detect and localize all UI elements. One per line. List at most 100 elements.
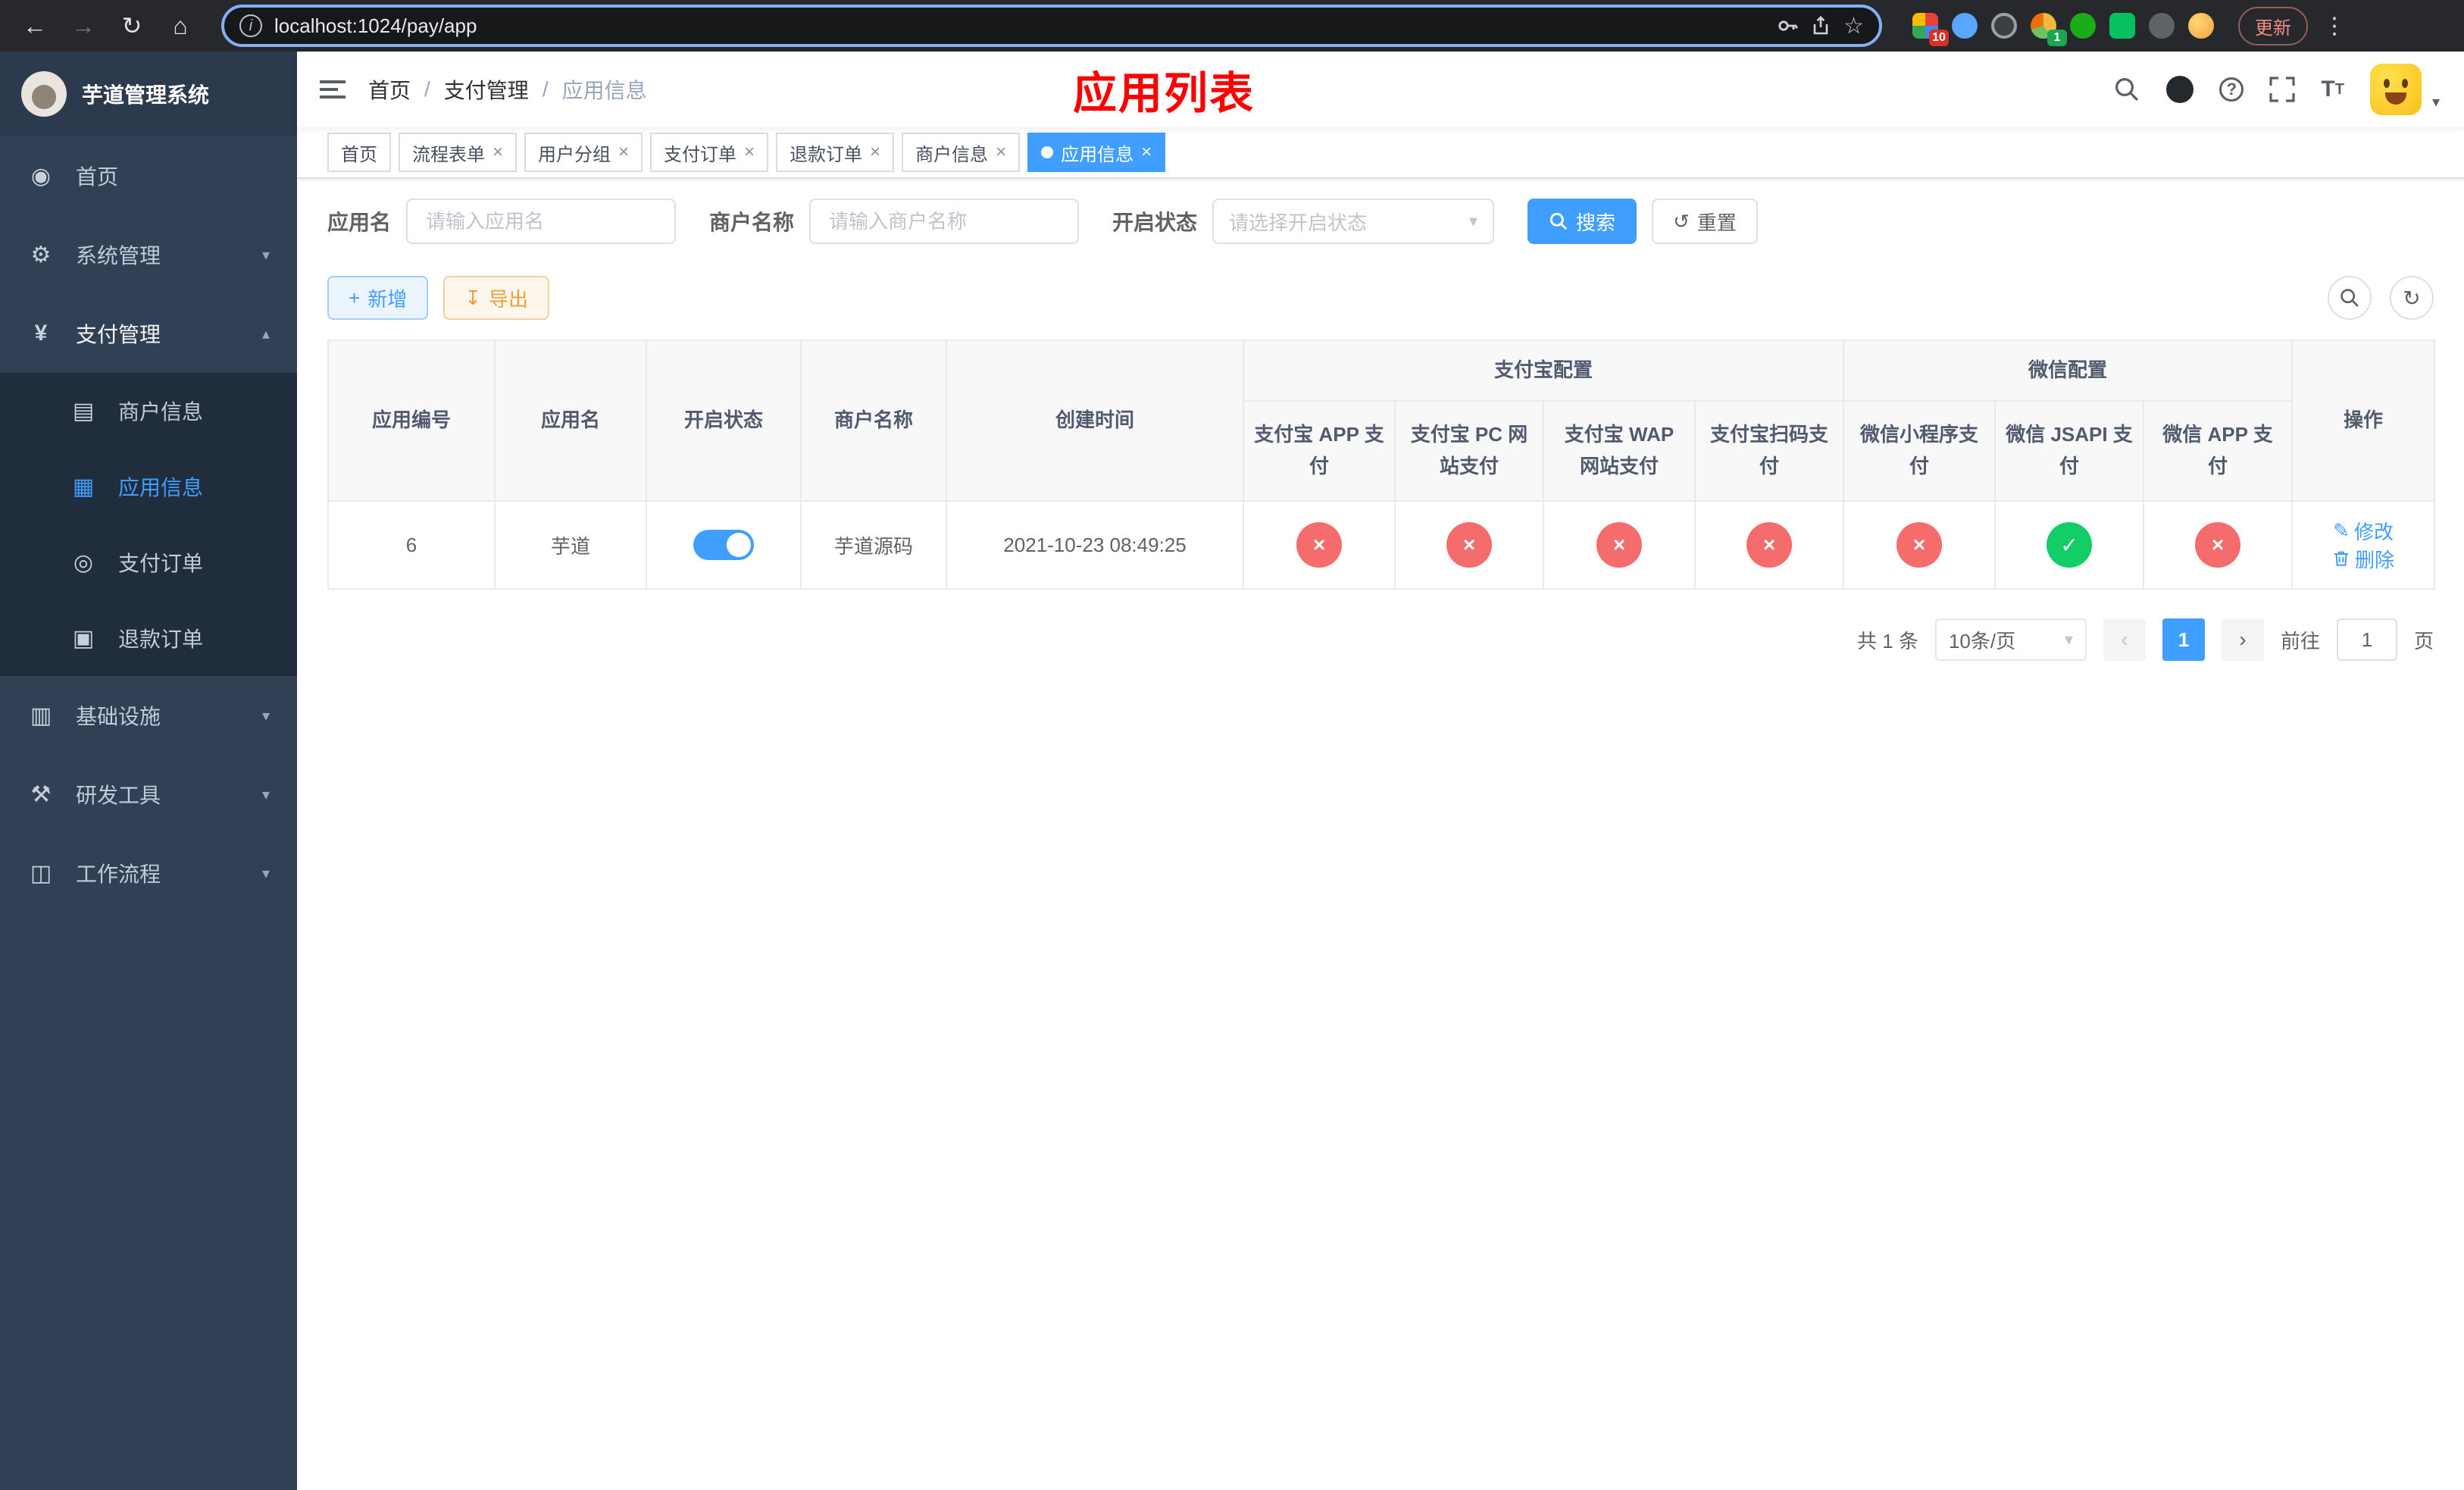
sidebar-item-app-info[interactable]: ▦ 应用信息 (0, 449, 297, 524)
bookmark-star-icon[interactable]: ☆ (1843, 13, 1864, 39)
wx-lite-status-icon: × (1896, 522, 1943, 568)
payment-submenu: ▤ 商户信息 ▦ 应用信息 ◎ 支付订单 ▣ 退款订单 (0, 373, 297, 676)
page-content: 应用名 商户名称 开启状态 请选择开启状态 ▾ (297, 179, 2464, 1490)
alipay-pc-status-icon: × (1446, 522, 1492, 568)
tags-view-bar: 首页 流程表单 × 用户分组 × 支付订单 × 退款订单 × 商户信息 × 应用… (297, 127, 2464, 179)
close-icon[interactable]: × (744, 143, 755, 161)
extension-icon[interactable]: 10 (1912, 13, 1949, 46)
next-page-button[interactable]: › (2221, 618, 2264, 661)
sidebar-item-label: 商户信息 (118, 400, 204, 424)
close-icon[interactable]: × (996, 143, 1006, 161)
cell-merchant: 芋道源码 (800, 500, 947, 590)
export-button[interactable]: ↧ 导出 (443, 276, 550, 320)
app-logo-row[interactable]: 芋道管理系统 (0, 52, 297, 136)
extension-icon[interactable] (1952, 13, 1978, 39)
extension-icon[interactable] (2149, 13, 2175, 39)
page-unit-label: 页 (2413, 629, 2434, 653)
goto-page-input[interactable] (2336, 618, 2397, 661)
chevron-down-icon: ▾ (261, 865, 270, 882)
sidebar-item-refund-orders[interactable]: ▣ 退款订单 (0, 600, 297, 676)
extension-icon[interactable] (1991, 13, 2017, 39)
tag-process-form[interactable]: 流程表单 × (399, 133, 518, 172)
sidebar-item-system[interactable]: ⚙ 系统管理 ▾ (0, 215, 297, 294)
sidebar-item-label: 退款订单 (118, 628, 204, 651)
sidebar-item-merchant-info[interactable]: ▤ 商户信息 (0, 373, 297, 449)
breadcrumb-payment[interactable]: 支付管理 (444, 74, 529, 105)
toggle-search-icon[interactable] (2328, 276, 2372, 320)
tag-label: 首页 (341, 144, 377, 165)
sidebar-item-home[interactable]: ◉ 首页 (0, 136, 297, 215)
sidebar-item-workflow[interactable]: ◫ 工作流程 ▾ (0, 834, 297, 912)
extension-icon[interactable] (2188, 13, 2214, 39)
page-1-button[interactable]: 1 (2162, 618, 2205, 661)
user-avatar[interactable] (2369, 64, 2422, 115)
fullscreen-icon[interactable] (2269, 77, 2296, 102)
extension-icon[interactable]: 1 (2031, 13, 2067, 46)
wx-jsapi-status-icon: ✓ (2047, 522, 2093, 568)
sidebar-item-label: 支付订单 (118, 552, 204, 575)
tag-merchant-info[interactable]: 商户信息 × (902, 133, 1021, 172)
breadcrumb-home[interactable]: 首页 (368, 74, 411, 105)
goto-label: 前往 (2280, 629, 2320, 653)
status-select-placeholder: 请选择开启状态 (1229, 211, 1368, 234)
tag-app-info[interactable]: 应用信息 × (1027, 133, 1166, 172)
chevron-down-icon: ▾ (261, 707, 270, 725)
tag-home[interactable]: 首页 (327, 133, 391, 172)
tag-refund-orders[interactable]: 退款订单 × (776, 133, 895, 172)
pagination: 共 1 条 10条/页 ▾ ‹ 1 › 前往 页 (327, 618, 2434, 661)
sidebar-item-payment[interactable]: ¥ 支付管理 ▴ (0, 294, 297, 373)
browser-menu-icon[interactable]: ⋮ (2317, 13, 2352, 39)
add-button[interactable]: + 新增 (327, 276, 429, 320)
status-select[interactable]: 请选择开启状态 ▾ (1212, 199, 1495, 244)
close-icon[interactable]: × (1141, 143, 1152, 161)
sidebar-item-label: 首页 (76, 165, 119, 189)
browser-back-icon[interactable]: ← (15, 6, 55, 45)
sidebar-toggle-icon[interactable] (297, 80, 368, 99)
edit-link[interactable]: ✎ 修改 (2333, 517, 2394, 545)
font-size-icon[interactable]: TT (2321, 77, 2344, 102)
help-icon[interactable]: ? (2219, 77, 2244, 102)
filter-bar: 应用名 商户名称 开启状态 请选择开启状态 ▾ (327, 199, 2434, 244)
table-row: 6 芋道 芋道源码 2021-10-23 08:49:25 × × × × × … (327, 500, 2436, 590)
page-size-select[interactable]: 10条/页 ▾ (1934, 618, 2087, 661)
share-icon[interactable] (1810, 15, 1831, 36)
col-status: 开启状态 (646, 340, 802, 502)
tag-pay-orders[interactable]: 支付订单 × (650, 133, 769, 172)
browser-forward-icon[interactable]: → (64, 6, 103, 45)
close-icon[interactable]: × (618, 143, 629, 161)
browser-reload-icon[interactable]: ↻ (112, 6, 152, 45)
alipay-wap-status-icon: × (1596, 522, 1642, 568)
browser-update-button[interactable]: 更新 (2238, 6, 2308, 45)
github-icon[interactable] (2166, 76, 2194, 103)
col-alipay-wap: 支付宝 WAP 网站支付 (1543, 400, 1696, 502)
merchant-name-input[interactable] (809, 199, 1080, 244)
tag-user-group[interactable]: 用户分组 × (524, 133, 643, 172)
close-icon[interactable]: × (492, 143, 503, 161)
status-toggle[interactable] (693, 530, 754, 560)
col-wx-app: 微信 APP 支付 (2143, 400, 2294, 502)
chevron-down-icon[interactable]: ▾ (2432, 92, 2440, 111)
close-icon[interactable]: × (870, 143, 880, 161)
extension-icon[interactable] (2109, 13, 2135, 39)
search-button[interactable]: 搜索 (1527, 199, 1637, 244)
extension-icon[interactable] (2070, 13, 2096, 39)
top-navbar: 首页 / 支付管理 / 应用信息 应用列表 ? TT ▾ (297, 52, 2464, 127)
search-icon[interactable] (2113, 76, 2140, 103)
sidebar-item-pay-orders[interactable]: ◎ 支付订单 (0, 524, 297, 600)
prev-page-button[interactable]: ‹ (2103, 618, 2146, 661)
sidebar-item-infrastructure[interactable]: ▥ 基础设施 ▾ (0, 676, 297, 755)
tools-icon: ⚒ (30, 781, 52, 807)
delete-link[interactable]: 删除 (2332, 545, 2394, 573)
sidebar-item-devtools[interactable]: ⚒ 研发工具 ▾ (0, 755, 297, 834)
navbar-actions: ? TT ▾ (2113, 64, 2464, 115)
site-info-icon[interactable]: i (239, 14, 262, 37)
refresh-table-icon[interactable]: ↻ (2390, 276, 2434, 320)
url-text[interactable]: localhost:1024/pay/app (274, 14, 477, 38)
right-toolbar: ↻ (2328, 276, 2434, 320)
browser-home-icon[interactable]: ⌂ (161, 6, 200, 45)
reset-button[interactable]: ↺ 重置 (1652, 199, 1758, 244)
password-key-icon[interactable] (1777, 15, 1798, 36)
breadcrumb: 首页 / 支付管理 / 应用信息 (368, 74, 647, 105)
app-name-input[interactable] (406, 199, 677, 244)
address-bar[interactable]: i localhost:1024/pay/app ☆ (221, 5, 1882, 47)
